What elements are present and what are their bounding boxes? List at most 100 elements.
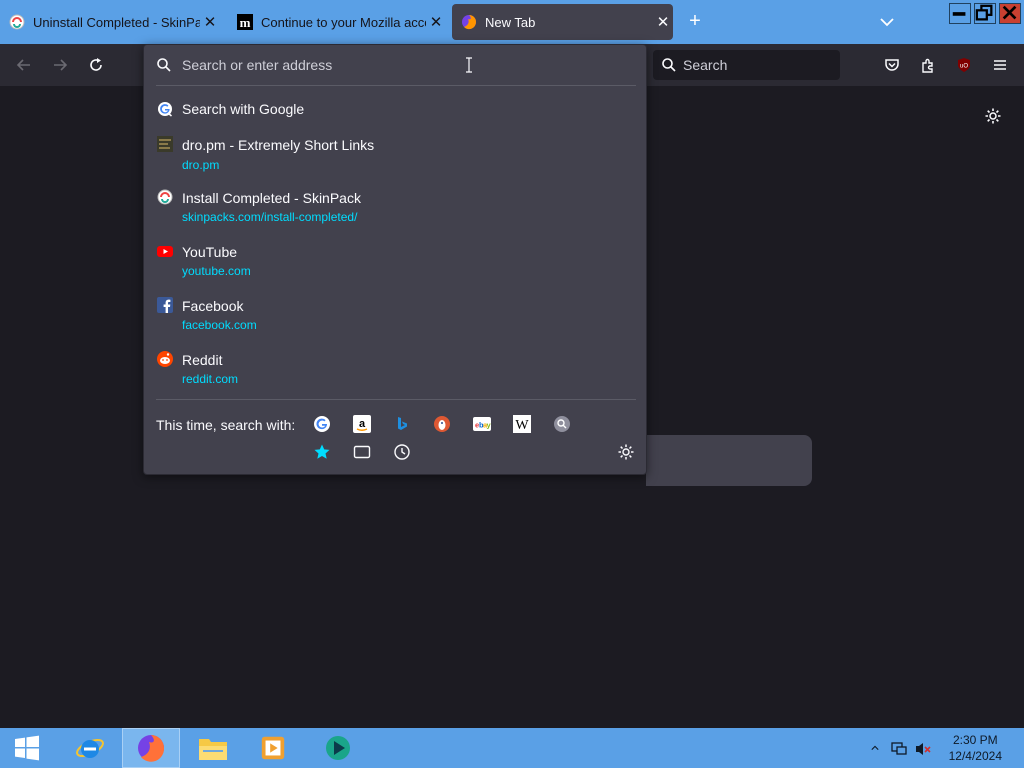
search-icon [662, 58, 676, 72]
pocket-button[interactable] [879, 52, 905, 78]
windows-logo-icon [15, 735, 39, 761]
clock-time: 2:30 PM [952, 733, 998, 747]
network-icon[interactable] [890, 740, 908, 758]
tab-close-button[interactable]: ✕ [426, 13, 446, 31]
reddit-icon [157, 351, 173, 367]
result-search-google[interactable]: Search with Google [144, 97, 646, 121]
teal-app-icon [326, 736, 350, 760]
tabs-icon[interactable] [353, 443, 371, 461]
google-icon[interactable] [313, 415, 331, 433]
hamburger-menu-icon [994, 60, 1006, 70]
search-engine-icon[interactable] [553, 415, 571, 433]
taskbar-app[interactable] [308, 728, 368, 768]
urlbar-popup: Search with Google dro.pm - Extremely Sh… [143, 44, 647, 475]
tab-title: New Tab [485, 14, 536, 30]
svg-text:a: a [359, 418, 366, 430]
extensions-button[interactable] [915, 52, 941, 78]
search-bar-placeholder: Search [683, 57, 728, 73]
google-icon [158, 102, 172, 117]
show-hidden-icons-icon[interactable] [871, 744, 879, 752]
address-input[interactable] [182, 57, 582, 73]
reload-button[interactable] [83, 52, 109, 78]
tab-close-button[interactable]: ✕ [653, 13, 673, 31]
ublock-origin-icon: uO [958, 58, 970, 72]
result-reddit[interactable]: Reddit reddit.com [144, 348, 646, 390]
result-title: Reddit [182, 352, 223, 368]
result-title: Search with Google [182, 101, 305, 117]
svg-text:y: y [487, 421, 492, 430]
svg-text:uO: uO [960, 64, 968, 70]
newtab-search-box[interactable] [646, 435, 812, 486]
search-icon [157, 58, 171, 72]
window-close-button[interactable] [999, 3, 1021, 24]
history-icon[interactable] [393, 443, 411, 461]
media-player-icon [261, 736, 285, 760]
tab-strip: Uninstall Completed - SkinPack ✕ m Conti… [0, 0, 1024, 44]
taskbar-internet-explorer[interactable] [62, 728, 118, 768]
search-bar[interactable]: Search [653, 50, 840, 80]
taskbar-file-explorer[interactable] [184, 728, 242, 768]
tab-mozilla-account[interactable]: m Continue to your Mozilla accou ✕ [228, 4, 446, 40]
result-url: skinpacks.com/install-completed/ [182, 210, 358, 224]
restore-button[interactable] [974, 3, 996, 24]
start-button[interactable] [0, 728, 54, 768]
tab-close-button[interactable]: ✕ [200, 13, 220, 31]
result-facebook[interactable]: Facebook facebook.com [144, 294, 646, 336]
taskbar-media-player[interactable] [244, 728, 302, 768]
facebook-icon [157, 297, 173, 313]
reload-icon [90, 58, 102, 71]
pocket-icon [885, 59, 899, 71]
result-title: Facebook [182, 298, 244, 314]
forward-arrow-icon [54, 59, 68, 71]
ublock-button[interactable]: uO [951, 52, 977, 78]
result-skinpack[interactable]: Install Completed - SkinPack skinpacks.c… [144, 186, 646, 228]
new-tab-button[interactable]: + [683, 10, 707, 34]
tab-new-tab[interactable]: New Tab ✕ [452, 4, 673, 40]
puzzle-icon [922, 58, 933, 73]
close-icon [1002, 5, 1017, 20]
result-title: Install Completed - SkinPack [182, 190, 361, 206]
taskbar: 2:30 PM 12/4/2024 [0, 728, 1024, 768]
forward-button[interactable] [47, 52, 73, 78]
folder-icon [199, 739, 227, 760]
tab-uninstall-completed[interactable]: Uninstall Completed - SkinPack ✕ [0, 4, 220, 40]
tab-title: Uninstall Completed - SkinPack [33, 14, 200, 30]
result-youtube[interactable]: YouTube youtube.com [144, 240, 646, 282]
volume-muted-icon[interactable] [914, 740, 932, 758]
clock[interactable]: 2:30 PM 12/4/2024 [949, 732, 1002, 764]
menu-button[interactable] [987, 52, 1013, 78]
skinpack-icon [157, 189, 173, 205]
clock-date: 12/4/2024 [948, 749, 1002, 763]
divider [156, 85, 636, 86]
minimize-icon [952, 12, 966, 16]
amazon-icon[interactable]: a [353, 415, 371, 433]
result-url: reddit.com [182, 372, 239, 386]
duckduckgo-icon[interactable] [433, 415, 451, 433]
tab-title: Continue to your Mozilla accou [261, 14, 426, 30]
svg-text:m: m [240, 15, 251, 30]
settings-gear-icon[interactable] [984, 107, 1002, 125]
taskbar-firefox[interactable] [122, 728, 180, 768]
divider [156, 399, 636, 400]
result-title: YouTube [182, 244, 238, 260]
dropm-icon [157, 136, 173, 152]
bookmarks-star-icon[interactable] [313, 443, 331, 461]
result-title: dro.pm - Extremely Short Links [182, 137, 375, 153]
ebay-icon[interactable]: e b a y [473, 415, 491, 433]
svg-text:W: W [515, 418, 529, 433]
back-button[interactable] [11, 52, 37, 78]
result-url: dro.pm [182, 158, 220, 172]
mozilla-m-icon: m [237, 14, 253, 30]
urlbar-input-row [144, 45, 646, 85]
youtube-icon [157, 246, 173, 257]
list-all-tabs-icon[interactable] [876, 12, 898, 32]
bing-icon[interactable] [393, 415, 411, 433]
skinpack-icon [9, 14, 25, 30]
wikipedia-icon[interactable]: W [513, 415, 531, 433]
result-url: youtube.com [182, 264, 251, 278]
minimize-button[interactable] [949, 3, 971, 24]
search-settings-gear-icon[interactable] [617, 443, 635, 461]
internet-explorer-icon [76, 738, 104, 758]
result-dropm[interactable]: dro.pm - Extremely Short Links dro.pm [144, 133, 646, 175]
oneoff-search-label: This time, search with: [156, 417, 296, 433]
